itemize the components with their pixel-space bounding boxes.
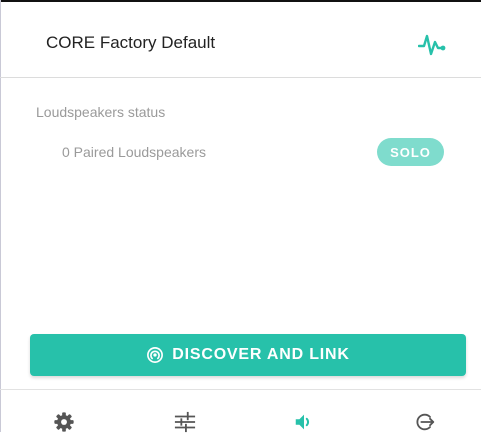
solo-button[interactable]: SOLO [377,138,444,166]
exit-icon[interactable] [414,411,436,433]
mixer-sliders-icon[interactable] [174,411,196,433]
speaker-icon[interactable] [293,411,315,433]
bottom-nav-divider [0,389,481,390]
settings-icon[interactable] [53,411,75,433]
paired-loudspeakers-count: 0 Paired Loudspeakers [62,144,206,160]
page-title: CORE Factory Default [46,33,216,52]
broadcast-icon [147,347,164,363]
app-header: CORE Factory Default [0,2,481,78]
discover-and-link-label: DISCOVER AND LINK [172,346,350,363]
activity-icon[interactable] [418,33,446,57]
loudspeakers-status-label: Loudspeakers status [36,104,166,120]
discover-and-link-button[interactable]: DISCOVER AND LINK [30,334,466,376]
